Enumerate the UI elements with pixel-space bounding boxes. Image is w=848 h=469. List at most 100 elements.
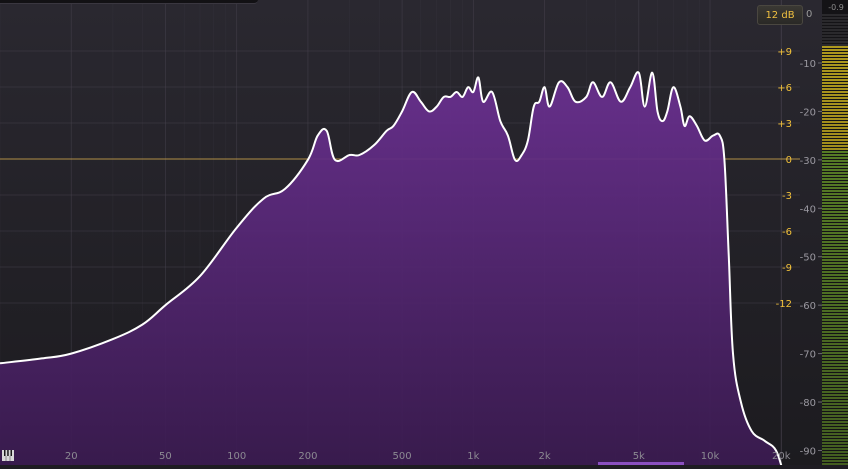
meter-segment xyxy=(822,403,848,405)
meter-segment xyxy=(822,313,848,315)
meter-segment xyxy=(822,163,848,165)
meter-segment xyxy=(822,415,848,417)
meter-segment xyxy=(822,214,848,216)
level-meter xyxy=(822,0,848,465)
meter-segment xyxy=(822,94,848,96)
meter-segment xyxy=(822,184,848,186)
meter-segment xyxy=(822,316,848,318)
gain-tick-label: +3 xyxy=(777,119,792,130)
meter-segment xyxy=(822,145,848,147)
meter-segment xyxy=(822,103,848,105)
meter-segment xyxy=(822,448,848,450)
meter-zero-label: 0 xyxy=(806,9,813,20)
meter-segment xyxy=(822,205,848,207)
meter-segment xyxy=(822,370,848,372)
meter-segment xyxy=(822,223,848,225)
meter-segment xyxy=(822,433,848,435)
meter-segment xyxy=(822,226,848,228)
meter-segment xyxy=(822,340,848,342)
gain-tick-label: -12 xyxy=(776,299,792,310)
meter-segment xyxy=(822,46,848,48)
meter-segment xyxy=(822,355,848,357)
freq-tick-label: 500 xyxy=(393,451,412,462)
meter-segment xyxy=(822,220,848,222)
meter-segment xyxy=(822,181,848,183)
meter-segment-off xyxy=(822,35,848,37)
meter-segment xyxy=(822,382,848,384)
piano-icon[interactable] xyxy=(2,450,14,461)
meter-segment xyxy=(822,187,848,189)
meter-segment xyxy=(822,79,848,81)
meter-segment xyxy=(822,208,848,210)
gain-tick-label: 0 xyxy=(786,155,792,166)
meter-segment xyxy=(822,337,848,339)
meter-segment xyxy=(822,229,848,231)
gain-tick-label: -9 xyxy=(782,263,792,274)
meter-segment xyxy=(822,211,848,213)
meter-segment xyxy=(822,271,848,273)
spectrum-fill xyxy=(0,72,784,465)
meter-segment xyxy=(822,241,848,243)
meter-segment xyxy=(822,319,848,321)
freq-tick-label: 200 xyxy=(298,451,317,462)
meter-segment xyxy=(822,442,848,444)
meter-segment xyxy=(822,217,848,219)
meter-segment xyxy=(822,250,848,252)
meter-segment xyxy=(822,334,848,336)
meter-segment xyxy=(822,268,848,270)
meter-segment xyxy=(822,328,848,330)
meter-segment xyxy=(822,361,848,363)
meter-segment xyxy=(822,373,848,375)
meter-segment xyxy=(822,52,848,54)
meter-segment xyxy=(822,136,848,138)
meter-segment-off xyxy=(822,38,848,40)
freq-tick-label: 20k xyxy=(772,451,791,462)
meter-segment xyxy=(822,427,848,429)
spectrum-area-group xyxy=(0,71,784,465)
meter-segment xyxy=(822,367,848,369)
freq-tick-label: 50 xyxy=(159,451,172,462)
meter-segment xyxy=(822,298,848,300)
meter-segment xyxy=(822,457,848,459)
meter-segment xyxy=(822,430,848,432)
level-meter-graphic xyxy=(822,0,848,465)
header-tab[interactable] xyxy=(0,0,258,4)
spectrum-analyzer: 20 50 100 200 500 1k 2k 5k 10k 20k +9 +6 +3 0 -3 -6 -9-… xyxy=(0,0,848,465)
meter-segment xyxy=(822,196,848,198)
meter-segment xyxy=(822,148,848,150)
meter-segment xyxy=(822,166,848,168)
meter-segment xyxy=(822,76,848,78)
meter-segment xyxy=(822,118,848,120)
meter-segment xyxy=(822,121,848,123)
meter-segment-off xyxy=(822,17,848,19)
meter-segment xyxy=(822,193,848,195)
gain-tick-label: -3 xyxy=(782,191,792,202)
meter-segment xyxy=(822,130,848,132)
meter-segment xyxy=(822,175,848,177)
meter-segment xyxy=(822,409,848,411)
level-tick-label: -10 xyxy=(800,59,816,70)
meter-segment xyxy=(822,172,848,174)
meter-segment xyxy=(822,394,848,396)
meter-segment xyxy=(822,247,848,249)
meter-segment xyxy=(822,286,848,288)
meter-segment-off xyxy=(822,44,848,46)
meter-segment-off xyxy=(822,14,848,16)
meter-segment xyxy=(822,304,848,306)
meter-segment xyxy=(822,244,848,246)
freq-tick-label: 5k xyxy=(633,451,645,462)
meter-segment xyxy=(822,169,848,171)
freq-tick-label: 2k xyxy=(539,451,551,462)
meter-segment xyxy=(822,100,848,102)
peak-readout: -0.9 xyxy=(828,3,844,12)
meter-segment xyxy=(822,67,848,69)
meter-segment xyxy=(822,49,848,51)
meter-segment xyxy=(822,154,848,156)
meter-segment xyxy=(822,358,848,360)
meter-segment xyxy=(822,331,848,333)
meter-segment xyxy=(822,58,848,60)
range-button[interactable]: 12 dB xyxy=(757,5,803,25)
meter-segment xyxy=(822,73,848,75)
meter-segment xyxy=(822,439,848,441)
meter-segment xyxy=(822,190,848,192)
